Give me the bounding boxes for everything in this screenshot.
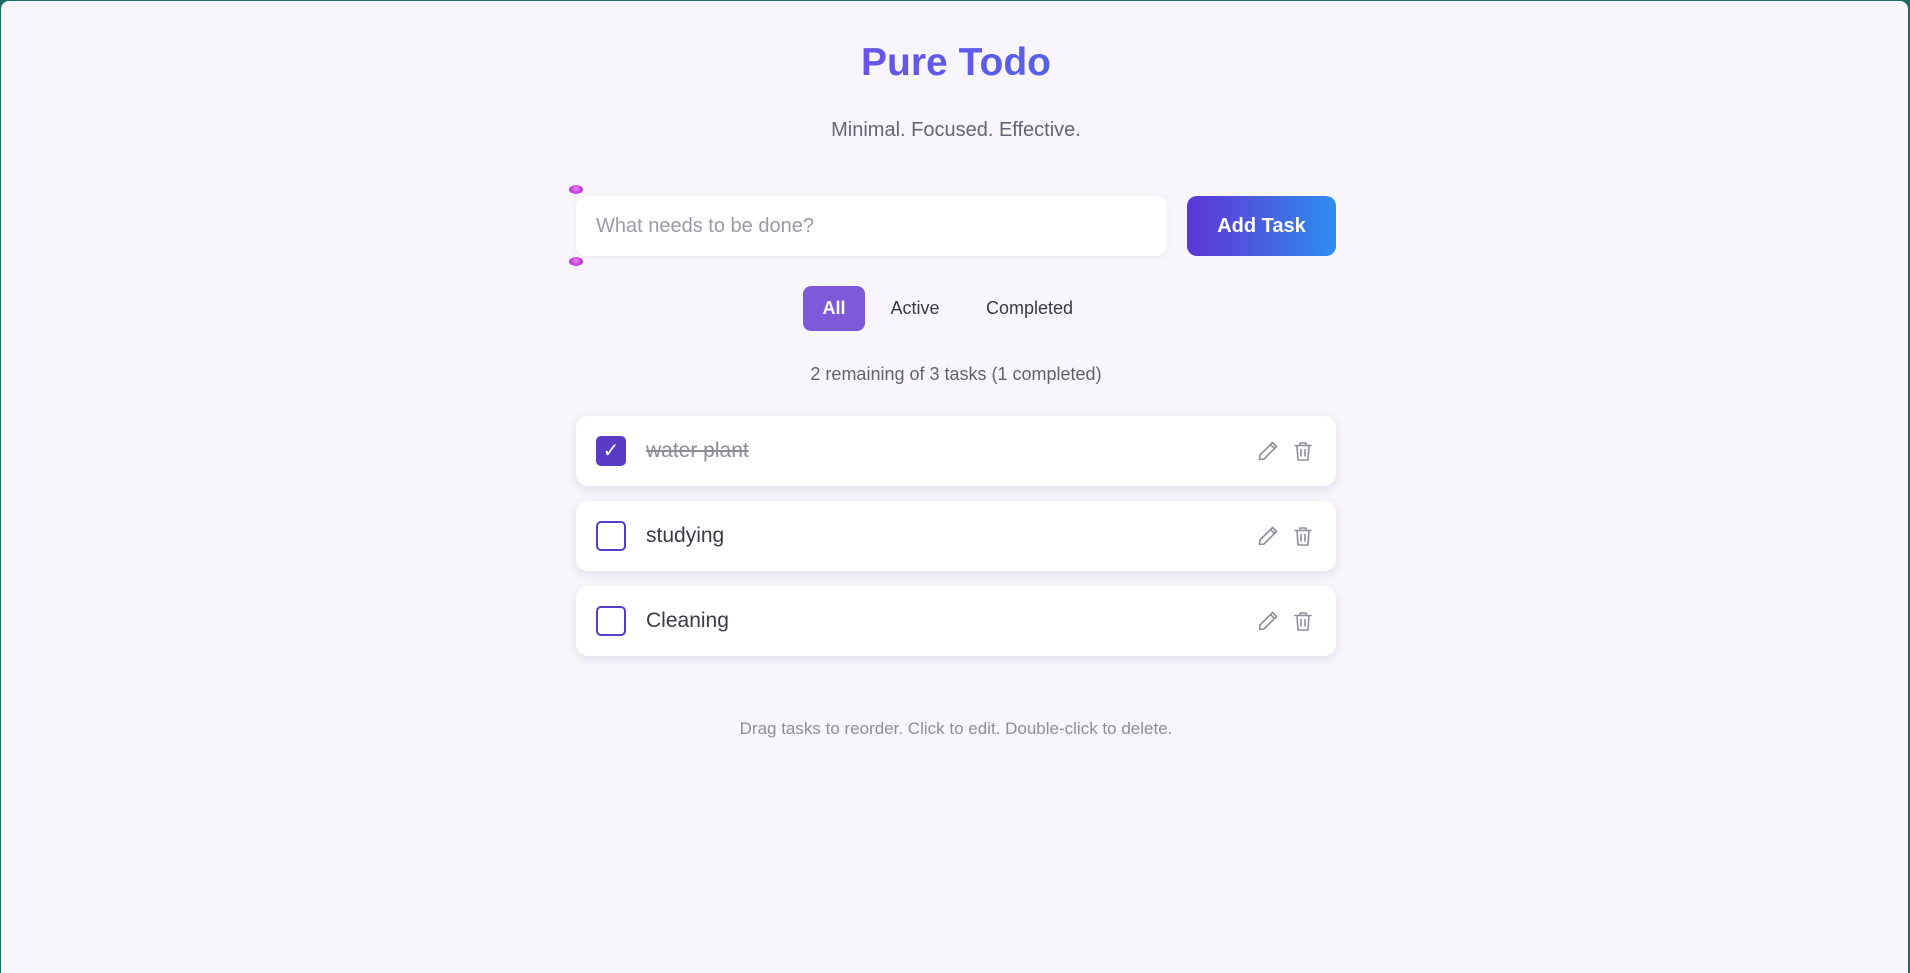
task-item[interactable]: ✓ water plant [576, 416, 1336, 486]
trash-icon[interactable] [1291, 524, 1315, 548]
filter-all-tab[interactable]: All [803, 286, 865, 331]
filter-completed-tab[interactable]: Completed [969, 286, 1090, 331]
filter-bar: All Active Completed [576, 286, 1336, 331]
task-checkbox[interactable] [596, 606, 626, 636]
new-task-input[interactable] [576, 196, 1167, 256]
trash-icon[interactable] [1291, 609, 1315, 633]
filter-active-tab[interactable]: Active [875, 286, 955, 331]
task-text[interactable]: Cleaning [646, 608, 729, 634]
pencil-icon[interactable] [1256, 609, 1280, 633]
trash-icon[interactable] [1291, 439, 1315, 463]
resize-handle-bottom[interactable] [569, 257, 583, 266]
task-counter: 2 remaining of 3 tasks (1 completed) [810, 364, 1102, 384]
app-window: Pure Todo Minimal. Focused. Effective. A… [1, 1, 1908, 973]
task-text[interactable]: studying [646, 523, 724, 549]
task-item[interactable]: studying [576, 501, 1336, 571]
app-title: Pure Todo [576, 39, 1336, 87]
add-task-button[interactable]: Add Task [1187, 196, 1336, 256]
task-checkbox[interactable]: ✓ [596, 436, 626, 466]
resize-handle-top[interactable] [569, 185, 583, 194]
task-item[interactable]: Cleaning [576, 586, 1336, 656]
pencil-icon[interactable] [1256, 439, 1280, 463]
app-subtitle: Minimal. Focused. Effective. [831, 119, 1081, 141]
task-text[interactable]: water plant [646, 438, 749, 464]
usage-hint: Drag tasks to reorder. Click to edit. Do… [739, 719, 1173, 738]
task-checkbox[interactable] [596, 521, 626, 551]
pencil-icon[interactable] [1256, 524, 1280, 548]
